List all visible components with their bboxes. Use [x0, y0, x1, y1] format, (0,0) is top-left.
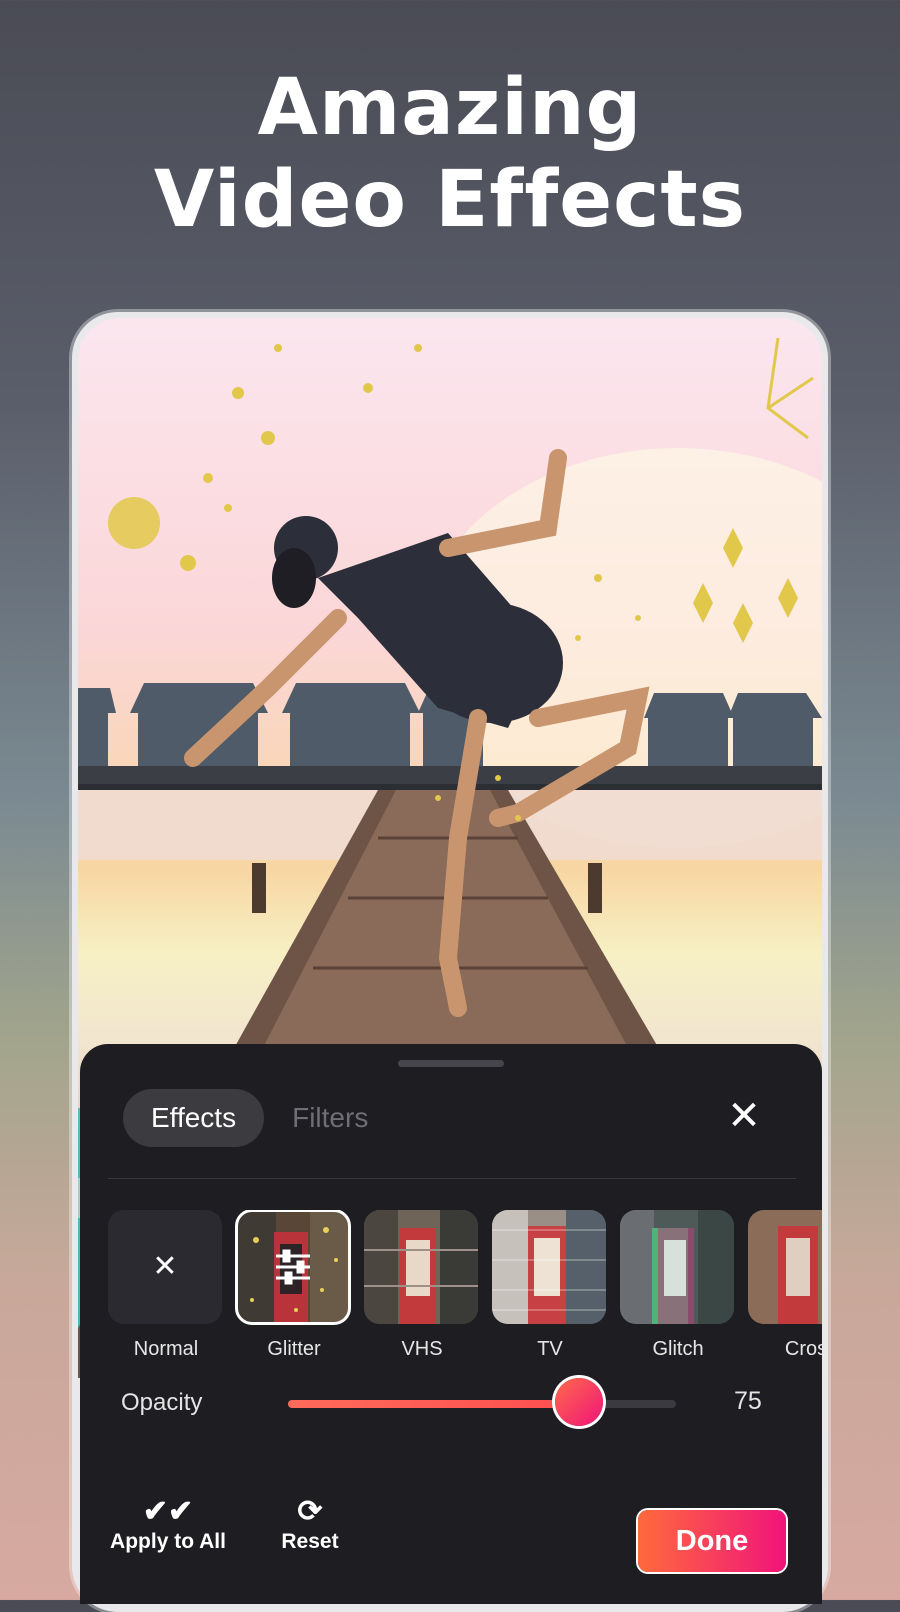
tab-effects[interactable]: Effects	[123, 1089, 265, 1147]
effect-thumbnail	[620, 1210, 734, 1324]
opacity-value: 75	[734, 1387, 762, 1415]
done-button[interactable]: Done	[638, 1510, 786, 1572]
thumbnail-image	[748, 1210, 822, 1324]
effect-label: Cros	[784, 1338, 822, 1360]
effect-cross[interactable]: Cros	[748, 1210, 822, 1361]
effect-thumbnail	[748, 1210, 822, 1324]
slider-knob[interactable]	[555, 1378, 603, 1426]
effects-list: ✕ Normal Glitter VHS TV Glitch Cro	[108, 1210, 822, 1370]
effect-thumbnail: ✕	[108, 1210, 222, 1324]
effect-label: Glitter	[267, 1338, 321, 1360]
effect-tv[interactable]: TV	[492, 1210, 608, 1361]
effect-vhs[interactable]: VHS	[364, 1210, 480, 1361]
divider	[108, 1178, 796, 1179]
effect-label: VHS	[401, 1338, 443, 1360]
apply-to-all-button[interactable]: ✔✔ Apply to All	[108, 1494, 228, 1554]
effect-thumbnail	[492, 1210, 606, 1324]
tab-bar: Effects Filters	[123, 1089, 396, 1147]
close-icon[interactable]: ✕	[720, 1092, 768, 1140]
thumbnail-image	[364, 1210, 478, 1324]
opacity-label: Opacity	[121, 1389, 203, 1416]
sliders-icon	[276, 1249, 310, 1285]
tab-filters[interactable]: Filters	[264, 1089, 396, 1147]
thumbnail-image	[236, 1210, 350, 1324]
headline-line-1: Amazing	[257, 63, 643, 153]
close-icon: ✕	[152, 1250, 178, 1283]
effect-thumbnail	[235, 1210, 351, 1325]
effect-normal[interactable]: ✕ Normal	[108, 1210, 224, 1361]
slider-fill	[288, 1400, 579, 1408]
refresh-icon: ⟳	[297, 1495, 323, 1528]
effect-glitter[interactable]: Glitter	[235, 1210, 352, 1361]
effect-thumbnail	[364, 1210, 478, 1324]
effects-panel: Effects Filters ✕ ✕ Normal Glitter VHS T…	[80, 1044, 822, 1604]
effect-label: Normal	[133, 1338, 199, 1360]
effect-glitch[interactable]: Glitch	[620, 1210, 736, 1361]
headline-line-2: Video Effects	[153, 155, 747, 245]
apply-to-all-label: Apply to All	[110, 1530, 226, 1553]
headline: Amazing Video Effects	[0, 62, 900, 246]
thumbnail-image	[620, 1210, 734, 1324]
opacity-slider[interactable]	[288, 1378, 676, 1426]
thumbnail-image	[492, 1210, 606, 1324]
drag-handle[interactable]	[398, 1060, 504, 1067]
effect-label: Glitch	[652, 1338, 704, 1360]
effect-label: TV	[537, 1338, 563, 1360]
reset-button[interactable]: ⟳ Reset	[270, 1494, 350, 1554]
reset-label: Reset	[281, 1530, 339, 1553]
double-check-icon: ✔✔	[142, 1495, 194, 1528]
